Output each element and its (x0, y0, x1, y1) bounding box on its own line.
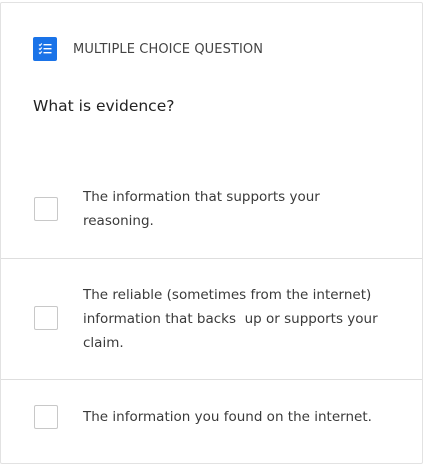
question-type-label: MULTIPLE CHOICE QUESTION (73, 41, 264, 57)
answer-option-text-3: The information you found on the interne… (83, 409, 372, 425)
answer-option-1[interactable]: The information that supports your reaso… (1, 161, 422, 259)
question-card: MULTIPLE CHOICE QUESTION What is evidenc… (0, 2, 423, 464)
answer-option-text-2: The reliable (sometimes from the interne… (83, 287, 382, 351)
answer-checkbox-1[interactable] (34, 197, 58, 221)
answer-option-3[interactable]: The information you found on the interne… (1, 380, 422, 460)
question-text: What is evidence? (33, 97, 175, 115)
answer-checkbox-2[interactable] (34, 306, 58, 330)
question-header: MULTIPLE CHOICE QUESTION (33, 37, 263, 61)
checklist-icon (33, 37, 57, 61)
answer-option-2[interactable]: The reliable (sometimes from the interne… (1, 259, 422, 380)
answer-option-text-1: The information that supports your reaso… (83, 189, 325, 229)
answer-checkbox-3[interactable] (34, 405, 58, 429)
